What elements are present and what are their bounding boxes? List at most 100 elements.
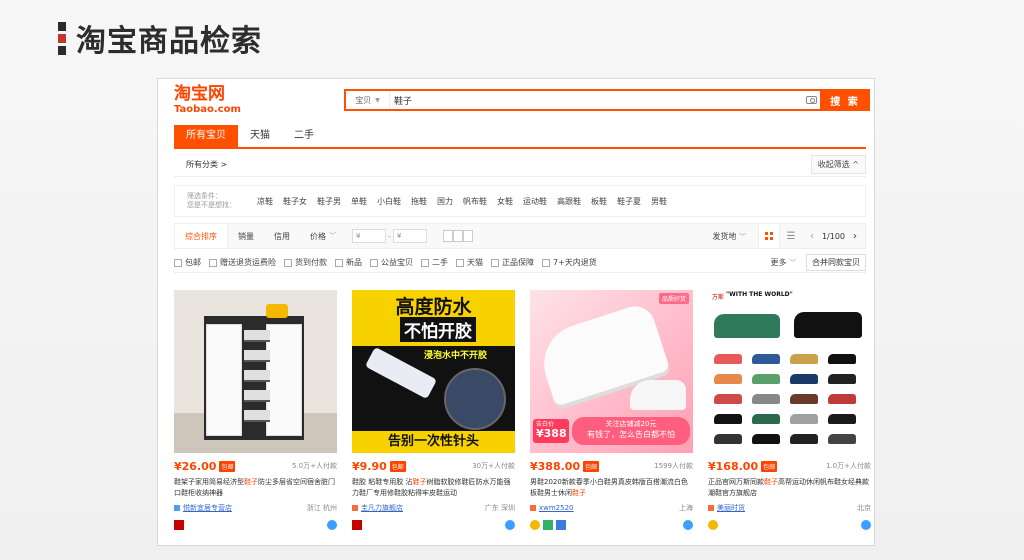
filter-chip[interactable]: 鞋子夏 — [617, 196, 641, 207]
search-scope-select[interactable]: 宝贝 ▼ — [346, 91, 390, 109]
badges — [352, 520, 515, 530]
badges — [530, 520, 693, 530]
image-price-badge: 告白价 ¥388 — [533, 419, 569, 443]
price-min-input[interactable]: ¥ — [352, 229, 386, 243]
filter-chip[interactable]: 高跟鞋 — [557, 196, 581, 207]
filter-suggestions: 筛选条件： 您是不是想找： 凉鞋 鞋子女 鞋子男 单鞋 小白鞋 拖鞋 国力 帆布… — [174, 185, 866, 217]
option-checkbox[interactable]: 赠送退货运费险 — [209, 257, 276, 268]
filter-chip[interactable]: 小白鞋 — [377, 196, 401, 207]
wangwang-chat-icon[interactable] — [683, 520, 693, 530]
option-checkbox[interactable]: 包邮 — [174, 257, 201, 268]
view-toggle-icon[interactable] — [442, 230, 473, 242]
filter-chip[interactable]: 拖鞋 — [411, 196, 427, 207]
shop-name[interactable]: 美丽时货 — [717, 503, 745, 513]
price-max-input[interactable]: ¥ — [392, 229, 427, 243]
filter-chip[interactable]: 鞋子男 — [317, 196, 341, 207]
filter-chips: 凉鞋 鞋子女 鞋子男 单鞋 小白鞋 拖鞋 国力 帆布鞋 女鞋 运动鞋 高跟鞋 板… — [257, 196, 667, 207]
wangwang-chat-icon[interactable] — [505, 520, 515, 530]
price-row: ¥388.00 包邮 1599人付款 — [530, 459, 693, 473]
filter-chip[interactable]: 鞋子女 — [283, 196, 307, 207]
product-image[interactable]: 高度防水 不怕开胶 浸泡水中不开胶 告别一次性针头 — [352, 290, 515, 453]
tab-second-hand[interactable]: 二手 — [282, 125, 326, 147]
filter-chip[interactable]: 单鞋 — [351, 196, 367, 207]
sales-count: 30万+人付款 — [472, 462, 515, 470]
image-promo: 关注店铺减20元 有钱了，怎么告白都不怕 — [572, 417, 690, 445]
search-input[interactable] — [390, 91, 802, 109]
taobao-screenshot: 淘宝网 Taobao.com 宝贝 ▼ 搜 索 所有宝贝 天猫 二手 所有分类 … — [157, 78, 875, 546]
search-scope-label: 宝贝 — [355, 95, 372, 105]
more-options[interactable]: 更多 ﹀ — [770, 257, 796, 268]
gold-seller-icon — [530, 520, 540, 530]
wangwang-chat-icon[interactable] — [327, 520, 337, 530]
sort-price[interactable]: 价格 ﹀ — [300, 224, 346, 248]
product-card[interactable]: 万斯 "WITH THE WORLD" ¥168.00 包邮 1.0万+人付款 … — [708, 290, 871, 544]
free-shipping-badge: 包邮 — [389, 460, 406, 472]
prev-page-icon[interactable]: ‹ — [810, 231, 814, 242]
option-checkbox[interactable]: 货到付款 — [284, 257, 327, 268]
sort-sales[interactable]: 销量 — [228, 224, 264, 248]
grid-view-icon[interactable] — [757, 224, 780, 248]
filter-chip[interactable]: 帆布鞋 — [463, 196, 487, 207]
product-image[interactable]: 品质好货 告白价 ¥388 关注店铺减20元 有钱了，怎么告白都不怕 — [530, 290, 693, 453]
product-image[interactable] — [174, 290, 337, 453]
image-text: 品质好货 — [658, 293, 689, 304]
guarantee-icon — [543, 520, 553, 530]
product-card[interactable]: 高度防水 不怕开胶 浸泡水中不开胶 告别一次性针头 ¥9.90 包邮 30万+人… — [352, 290, 515, 544]
shop-icon — [708, 505, 714, 511]
option-checkbox[interactable]: 正品保障 — [491, 257, 534, 268]
ship-from-label: 发货地 — [712, 231, 737, 241]
tab-bar: 所有宝贝 天猫 二手 — [174, 125, 866, 149]
gold-seller-icon — [708, 520, 718, 530]
taobao-logo[interactable]: 淘宝网 Taobao.com — [174, 84, 254, 116]
image-text: 告别一次性针头 — [352, 431, 515, 453]
option-checkbox[interactable]: 天猫 — [456, 257, 483, 268]
filter-chip[interactable]: 板鞋 — [591, 196, 607, 207]
camera-icon[interactable] — [802, 91, 820, 109]
shop-name[interactable]: xwm2520 — [539, 504, 574, 512]
tab-all-items[interactable]: 所有宝贝 — [174, 125, 238, 147]
option-checkbox[interactable]: 公益宝贝 — [370, 257, 413, 268]
product-title[interactable]: 正品官网万斯同款鞋子高帮运动休闲帆布鞋女经典款潮鞋官方旗舰店 — [708, 477, 871, 499]
ship-from-select[interactable]: 发货地 ﹀ — [700, 231, 758, 242]
filter-chip[interactable]: 运动鞋 — [523, 196, 547, 207]
product-image[interactable]: 万斯 "WITH THE WORLD" — [708, 290, 871, 453]
image-text: 不怕开胶 — [400, 317, 476, 342]
sort-default[interactable]: 综合排序 — [175, 224, 228, 248]
sort-bar: 综合排序 销量 信用 价格 ﹀ ¥ - ¥ 发货地 ﹀ ☰ ‹ 1/100 › — [174, 223, 866, 249]
filter-chip[interactable]: 女鞋 — [497, 196, 513, 207]
logo-cn: 淘宝网 — [174, 84, 225, 104]
seller-badge-icon — [174, 520, 184, 530]
option-checkbox[interactable]: 新品 — [335, 257, 362, 268]
filter-chip[interactable]: 男鞋 — [651, 196, 667, 207]
filter-chip[interactable]: 国力 — [437, 196, 453, 207]
page-indicator: 1/100 — [821, 231, 845, 241]
chevron-down-icon: ﹀ — [738, 232, 746, 241]
shop-name[interactable]: 悦新宜居专营店 — [183, 503, 232, 513]
price-row: ¥26.00 包邮 5.0万+人付款 — [174, 459, 337, 473]
product-title[interactable]: 鞋架子家用简易经济型鞋子防尘多层省空间宿舍脏门口鞋柜收纳神器 — [174, 477, 337, 499]
merge-same-items-button[interactable]: 合并同款宝贝 — [806, 254, 866, 271]
next-page-icon[interactable]: › — [853, 231, 857, 242]
collapse-filter-button[interactable]: 收起筛选 ^ — [810, 155, 866, 174]
product-title[interactable]: 男鞋2020新款春季小白鞋男真皮韩版百搭潮流白色板鞋男士休闲鞋子 — [530, 477, 693, 499]
price-dash: - — [388, 231, 391, 241]
product-title[interactable]: 鞋胶 粘鞋专用胶 沾鞋子树脂软胶修鞋匠防水万能强力鞋厂专用修鞋胶粘得牢皮鞋运动 — [352, 477, 515, 499]
location: 广东 深圳 — [484, 504, 515, 512]
breadcrumb[interactable]: 所有分类 > — [174, 159, 227, 170]
shop-icon — [352, 505, 358, 511]
tab-tmall[interactable]: 天猫 — [238, 125, 282, 147]
product-card[interactable]: 品质好货 告白价 ¥388 关注店铺减20元 有钱了，怎么告白都不怕 ¥388.… — [530, 290, 693, 544]
sort-credit[interactable]: 信用 — [264, 224, 300, 248]
product-card[interactable]: ¥26.00 包邮 5.0万+人付款 鞋架子家用简易经济型鞋子防尘多层省空间宿舍… — [174, 290, 337, 544]
shop-icon — [530, 505, 536, 511]
list-view-icon[interactable]: ☰ — [780, 231, 802, 242]
location: 上海 — [679, 504, 693, 512]
shop-name[interactable]: 圭凡力旗舰店 — [361, 503, 403, 513]
option-checkbox[interactable]: 7+天内退货 — [542, 257, 597, 268]
filter-chip[interactable]: 凉鞋 — [257, 196, 273, 207]
option-checkbox[interactable]: 二手 — [421, 257, 448, 268]
wangwang-chat-icon[interactable] — [861, 520, 871, 530]
shop-row: xwm2520 上海 — [530, 503, 693, 513]
page-title: 淘宝商品检索 — [76, 24, 262, 59]
search-button[interactable]: 搜 索 — [820, 89, 870, 111]
